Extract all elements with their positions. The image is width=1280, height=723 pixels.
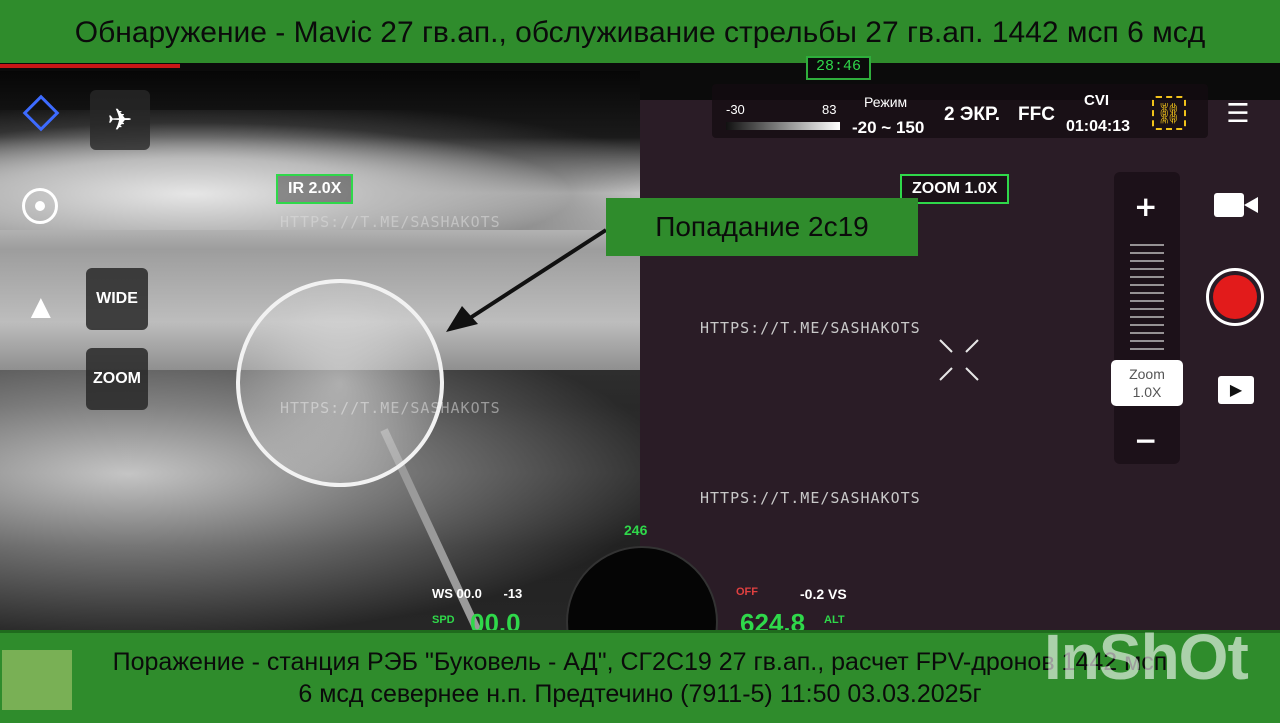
corner-logo [2, 650, 72, 710]
recording-time: 01:04:13 [1066, 118, 1131, 135]
scale-min-value: -30 [726, 102, 745, 117]
vertical-speed: -0.2 VS [800, 586, 847, 602]
settings-icon[interactable]: ☰ [1222, 98, 1254, 130]
link-icon[interactable]: ⛓ [1152, 96, 1186, 130]
speed-label: SPD [432, 614, 455, 626]
off-indicator: OFF [736, 586, 758, 598]
altitude-label: ALT [824, 614, 845, 626]
pointer-arrow-line [468, 228, 608, 320]
zoom-in-button[interactable]: + [1134, 190, 1157, 223]
scale-max-value: 83 [822, 102, 837, 117]
screen-mode-button[interactable]: 2 ЭКР. [944, 104, 1000, 126]
cvi-label: CVI [1084, 92, 1110, 109]
zoom-level-pill[interactable]: Zoom 1.0X [1111, 360, 1183, 406]
wind-speed: WS 00.0 -13 [432, 586, 522, 601]
range-value[interactable]: -20 ~ 150 [852, 118, 924, 138]
bottom-caption-line-2: 6 мсд севернее н.п. Предтечино (7911-5) … [298, 680, 982, 708]
camera-icon[interactable] [1214, 193, 1244, 217]
temperature-scale-bar [726, 122, 840, 130]
ffc-button[interactable]: FFC [1018, 104, 1055, 126]
zoom-pill-label: Zoom [1129, 366, 1165, 382]
zoom-slider-ticks[interactable] [1130, 244, 1164, 352]
record-icon[interactable] [1206, 268, 1264, 326]
wind-speed-value: WS 00.0 [432, 586, 482, 601]
zoom-pill-value: 1.0X [1132, 384, 1162, 400]
thermal-hud: -30 83 Режим -20 ~ 150 2 ЭКР. FFC CVI 01… [712, 84, 1208, 138]
crosshair-icon [939, 339, 979, 381]
hit-annotation-label: Попадание 2с19 [606, 198, 918, 256]
bottom-caption-line-1: Поражение - станция РЭБ "Буковель - АД",… [112, 648, 1168, 676]
zoom-out-button[interactable]: − [1134, 424, 1157, 457]
wind-direction-value: -13 [503, 586, 523, 601]
heading-value: 246 [624, 522, 648, 538]
mode-label: Режим [864, 94, 908, 110]
playback-icon[interactable]: ▶ [1218, 376, 1254, 404]
pointer-arrow-head [446, 306, 478, 332]
inshot-watermark: InShOt [1044, 621, 1249, 693]
